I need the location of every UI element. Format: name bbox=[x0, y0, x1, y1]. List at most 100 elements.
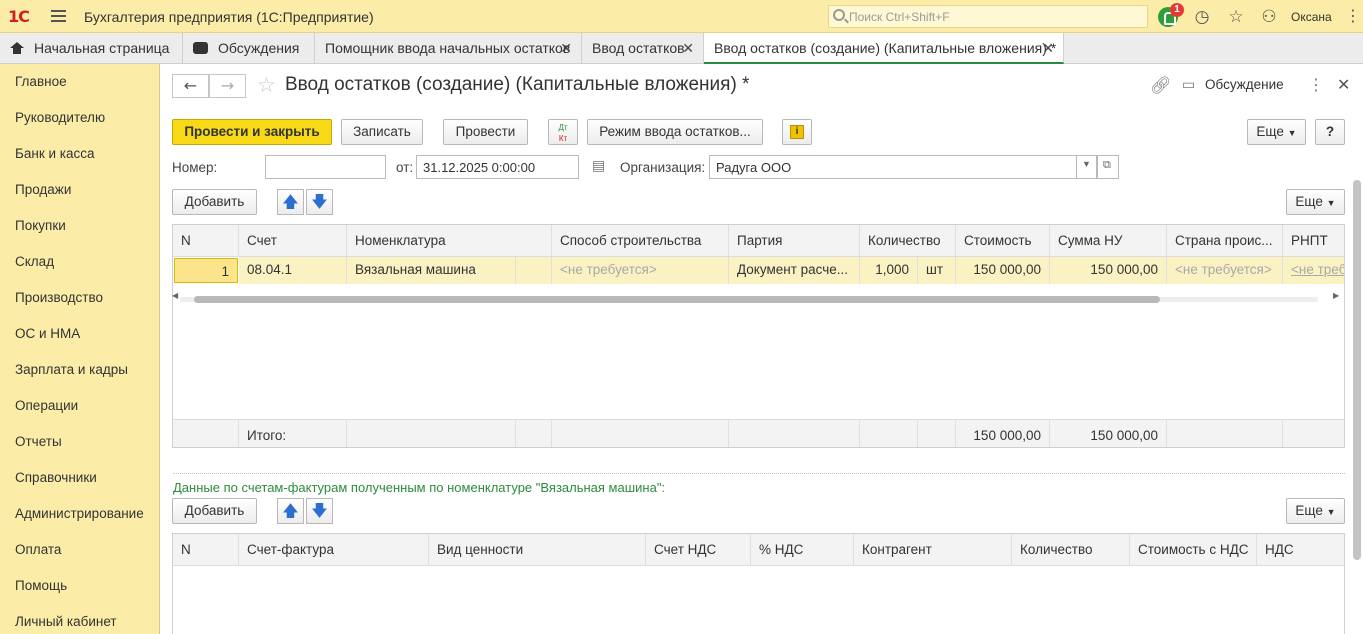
discussion-icon[interactable]: ▭ bbox=[1182, 77, 1195, 93]
col-header-vat[interactable]: НДС bbox=[1257, 534, 1344, 566]
col-header-counterparty[interactable]: Контрагент bbox=[854, 534, 1012, 566]
tab-balance-entry[interactable]: Ввод остатков ✕ bbox=[582, 33, 704, 64]
move-up-button[interactable]: 🡅 bbox=[277, 189, 304, 215]
col-header-vat-rate[interactable]: % НДС bbox=[751, 534, 854, 566]
col-header-cost-with-vat[interactable]: Стоимость с НДС bbox=[1130, 534, 1257, 566]
col-header-batch[interactable]: Партия bbox=[729, 225, 860, 257]
cell-country[interactable]: <не требуется> bbox=[1167, 257, 1283, 284]
user-name[interactable]: Оксана bbox=[1291, 10, 1332, 24]
move-down-button[interactable]: 🡇 bbox=[306, 189, 333, 215]
close-icon[interactable]: ✕ bbox=[682, 40, 694, 57]
discussion-button[interactable]: Обсуждение bbox=[1205, 77, 1284, 92]
close-form-icon[interactable]: ✕ bbox=[1337, 75, 1350, 94]
tab-home[interactable]: Начальная страница bbox=[0, 33, 183, 64]
cell-construction-method[interactable]: <не требуется> bbox=[552, 257, 729, 284]
sidebar-item-catalogs[interactable]: Справочники bbox=[15, 470, 97, 485]
post-button[interactable]: Провести bbox=[443, 119, 528, 145]
calendar-icon[interactable]: ▤ bbox=[592, 158, 605, 174]
col-header-country[interactable]: Страна проис... bbox=[1167, 225, 1283, 257]
chevron-down-icon: ▼ bbox=[1287, 128, 1297, 138]
dt-kt-button[interactable]: Дт Кт bbox=[548, 119, 578, 145]
sidebar-item-payment[interactable]: Оплата bbox=[15, 542, 61, 557]
window-menu-icon[interactable]: ⋮ bbox=[1345, 6, 1361, 25]
col-header-tax-sum[interactable]: Сумма НУ bbox=[1050, 225, 1167, 257]
sidebar-item-bank[interactable]: Банк и касса bbox=[15, 146, 95, 161]
cell-quantity[interactable]: 1,000 bbox=[860, 257, 918, 284]
cell-rnpt[interactable]: <не треб bbox=[1283, 257, 1344, 284]
sidebar-item-sales[interactable]: Продажи bbox=[15, 182, 71, 197]
col-header-n[interactable]: N bbox=[173, 225, 239, 257]
user-icon[interactable]: ⚇ bbox=[1259, 7, 1279, 27]
invoice-move-up-button[interactable]: 🡅 bbox=[277, 498, 304, 524]
add-row-button[interactable]: Добавить bbox=[172, 189, 257, 215]
sidebar-item-cabinet[interactable]: Личный кабинет bbox=[15, 614, 117, 629]
cell-unit[interactable]: шт bbox=[918, 257, 956, 284]
col-header-value-type[interactable]: Вид ценности bbox=[429, 534, 646, 566]
more-button[interactable]: Еще ▼ bbox=[1247, 119, 1306, 145]
scroll-right-icon[interactable]: ▶ bbox=[1333, 291, 1339, 300]
date-field[interactable]: 31.12.2025 0:00:00 bbox=[416, 155, 579, 179]
sidebar-item-payroll[interactable]: Зарплата и кадры bbox=[15, 362, 128, 377]
help-button[interactable]: ? bbox=[1315, 119, 1345, 145]
save-button[interactable]: Записать bbox=[341, 119, 423, 145]
sidebar-item-main[interactable]: Главное bbox=[15, 74, 67, 89]
sidebar-item-purchases[interactable]: Покупки bbox=[15, 218, 66, 233]
forward-button[interactable]: → bbox=[209, 74, 246, 98]
cell-nomenclature[interactable]: Вязальная машина bbox=[347, 257, 516, 284]
more-options-icon[interactable]: ⋮ bbox=[1308, 75, 1324, 94]
organization-dropdown-icon[interactable]: ▼ bbox=[1076, 155, 1097, 179]
number-field[interactable] bbox=[265, 155, 386, 179]
cell-n[interactable]: 1 bbox=[174, 258, 238, 283]
sidebar-item-operations[interactable]: Операции bbox=[15, 398, 78, 413]
search-input[interactable]: Поиск Ctrl+Shift+F bbox=[828, 5, 1148, 28]
chat-icon bbox=[193, 42, 208, 54]
organization-field[interactable]: Радуга ООО bbox=[709, 155, 1097, 179]
tab-discussions[interactable]: Обсуждения bbox=[183, 33, 315, 64]
invoice-more-button[interactable]: Еще ▼ bbox=[1286, 498, 1345, 524]
sidebar-item-warehouse[interactable]: Склад bbox=[15, 254, 54, 269]
history-icon[interactable]: ◷ bbox=[1192, 7, 1212, 27]
close-icon[interactable]: ✕ bbox=[560, 40, 572, 57]
sidebar-item-manager[interactable]: Руководителю bbox=[15, 110, 105, 125]
col-header-invoice[interactable]: Счет-фактура bbox=[239, 534, 429, 566]
sidebar-item-reports[interactable]: Отчеты bbox=[15, 434, 62, 449]
sidebar-item-help[interactable]: Помощь bbox=[15, 578, 67, 593]
sidebar-item-admin[interactable]: Администрирование bbox=[15, 506, 144, 521]
cell-cost[interactable]: 150 000,00 bbox=[956, 257, 1050, 284]
col-header-quantity[interactable]: Количество bbox=[860, 225, 956, 257]
favorite-star-icon[interactable]: ☆ bbox=[257, 73, 276, 97]
cell-tax-sum[interactable]: 150 000,00 bbox=[1050, 257, 1167, 284]
invoice-move-down-button[interactable]: 🡇 bbox=[306, 498, 333, 524]
col-header-cost[interactable]: Стоимость bbox=[956, 225, 1050, 257]
info-button[interactable]: i bbox=[782, 119, 812, 145]
post-and-close-button[interactable]: Провести и закрыть bbox=[172, 119, 332, 145]
scroll-left-icon[interactable]: ◀ bbox=[172, 291, 178, 300]
cell-account[interactable]: 08.04.1 bbox=[239, 257, 347, 284]
cell-nomenclature-extra[interactable] bbox=[516, 257, 552, 284]
back-button[interactable]: ← bbox=[172, 74, 209, 98]
scrollbar-thumb[interactable] bbox=[194, 296, 1160, 303]
col-header-account[interactable]: Счет bbox=[239, 225, 347, 257]
col-header-rnpt[interactable]: РНПТ bbox=[1283, 225, 1344, 257]
link-icon[interactable]: 🔗︎ bbox=[1150, 76, 1172, 96]
col-header-vat-account[interactable]: Счет НДС bbox=[646, 534, 751, 566]
balance-mode-button[interactable]: Режим ввода остатков... bbox=[587, 119, 763, 145]
tab-assistant[interactable]: Помощник ввода начальных остатков ✕ bbox=[315, 33, 582, 64]
sidebar-item-fixed-assets[interactable]: ОС и НМА bbox=[15, 326, 80, 341]
sidebar-item-production[interactable]: Производство bbox=[15, 290, 103, 305]
col-header-n[interactable]: N bbox=[173, 534, 239, 566]
table-horizontal-scrollbar[interactable]: ◀ ▶ bbox=[172, 291, 1339, 304]
invoices-table: N Счет-фактура Вид ценности Счет НДС % Н… bbox=[172, 533, 1345, 634]
cell-batch[interactable]: Документ расче... bbox=[729, 257, 860, 284]
star-icon[interactable]: ☆ bbox=[1226, 7, 1246, 27]
col-header-nomenclature[interactable]: Номенклатура bbox=[347, 225, 552, 257]
menu-icon[interactable] bbox=[51, 10, 66, 22]
col-header-quantity[interactable]: Количество bbox=[1012, 534, 1130, 566]
form-vertical-scrollbar[interactable] bbox=[1353, 180, 1361, 560]
close-icon[interactable]: ✕ bbox=[1042, 40, 1054, 57]
tab-balance-entry-create[interactable]: Ввод остатков (создание) (Капитальные вл… bbox=[704, 33, 1064, 64]
add-invoice-row-button[interactable]: Добавить bbox=[172, 498, 257, 524]
open-organization-icon[interactable]: ⧉ bbox=[1097, 155, 1119, 179]
table-more-button[interactable]: Еще ▼ bbox=[1286, 189, 1345, 215]
col-header-construction-method[interactable]: Способ строительства bbox=[552, 225, 729, 257]
